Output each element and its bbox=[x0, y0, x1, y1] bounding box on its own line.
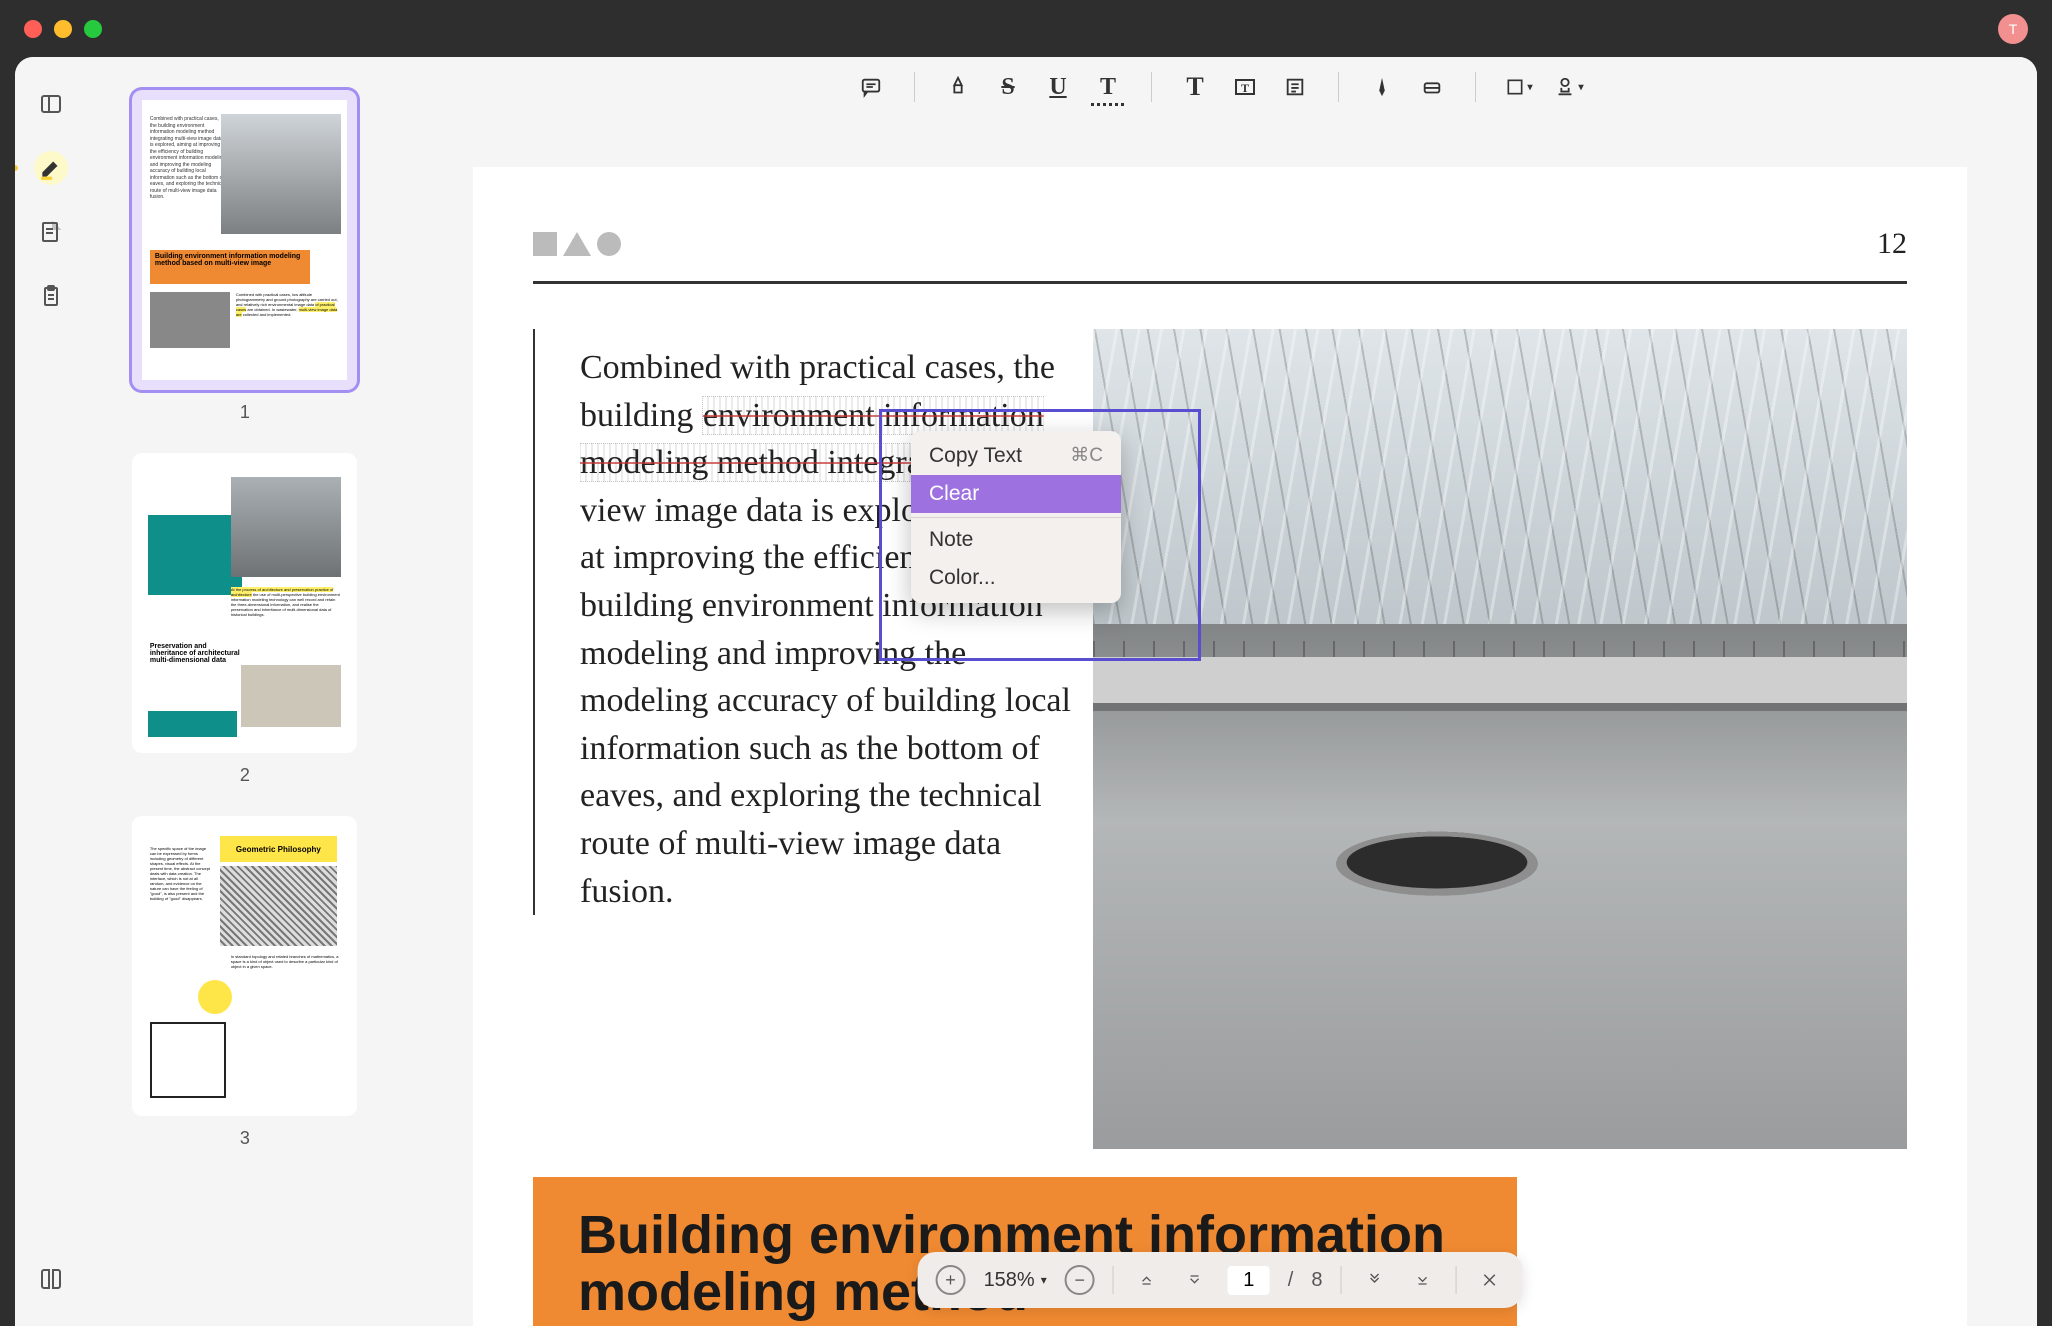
page-content: Combined with practical cases, the build… bbox=[533, 329, 1907, 1149]
notes-icon[interactable] bbox=[34, 215, 68, 249]
context-menu-color[interactable]: Color... bbox=[911, 559, 1121, 597]
toolbar-separator bbox=[1151, 72, 1152, 102]
thumbnail-page-2[interactable]: At the process of architecture and prese… bbox=[132, 453, 358, 786]
window-controls bbox=[24, 20, 102, 38]
close-window-button[interactable] bbox=[24, 20, 42, 38]
article-paragraph: Combined with practical cases, the build… bbox=[533, 329, 1093, 915]
thumbnail-panel: Combined with practical cases, the build… bbox=[87, 57, 403, 1326]
thumbnail-number: 1 bbox=[132, 402, 358, 423]
thumbnail-number: 2 bbox=[132, 765, 358, 786]
square-icon bbox=[533, 232, 557, 256]
toolbar-separator bbox=[1475, 72, 1476, 102]
page-header: 12 bbox=[533, 227, 1907, 261]
pager-separator bbox=[1113, 1266, 1114, 1294]
page-total: 8 bbox=[1311, 1269, 1322, 1292]
reader-view-icon[interactable] bbox=[34, 1262, 68, 1296]
header-logo-shapes bbox=[533, 232, 621, 256]
header-rule bbox=[533, 281, 1907, 284]
hero-image bbox=[1093, 329, 1907, 1149]
shape-tool-icon[interactable]: ▾ bbox=[1502, 70, 1536, 104]
zoom-level-dropdown[interactable]: 158%▾ bbox=[984, 1269, 1047, 1292]
text-tool-icon[interactable]: T bbox=[1178, 70, 1212, 104]
svg-text:T: T bbox=[1241, 81, 1249, 95]
page-sep: / bbox=[1288, 1269, 1294, 1292]
titlebar: T bbox=[0, 0, 2052, 57]
fullscreen-window-button[interactable] bbox=[84, 20, 102, 38]
user-avatar[interactable]: T bbox=[1998, 14, 2028, 44]
context-menu-copy[interactable]: Copy Text⌘C bbox=[911, 437, 1121, 475]
pen-tool-icon[interactable] bbox=[1365, 70, 1399, 104]
prev-page-button[interactable] bbox=[1132, 1265, 1162, 1295]
annotation-toolbar: S U T T T ▾ ▾ bbox=[403, 57, 2037, 117]
context-menu-note[interactable]: Note bbox=[911, 517, 1121, 559]
page-number-input[interactable] bbox=[1228, 1266, 1270, 1295]
page-viewport[interactable]: 12 Combined with practical cases, the bu… bbox=[403, 117, 2037, 1326]
left-sidebar bbox=[15, 57, 87, 1326]
note-tool-icon[interactable] bbox=[1278, 70, 1312, 104]
zoom-in-button[interactable]: + bbox=[936, 1265, 966, 1295]
thumbnail-page-3[interactable]: The specific space of the image can be e… bbox=[132, 816, 358, 1149]
page-number: 12 bbox=[1877, 227, 1907, 261]
close-pager-button[interactable] bbox=[1474, 1265, 1504, 1295]
textbox-tool-icon[interactable]: T bbox=[1228, 70, 1262, 104]
thumbnail-number: 3 bbox=[132, 1128, 358, 1149]
main-area: S U T T T ▾ ▾ 12 bbox=[403, 57, 2037, 1326]
context-menu-clear[interactable]: Clear bbox=[911, 475, 1121, 513]
document-page: 12 Combined with practical cases, the bu… bbox=[473, 167, 1967, 1326]
toolbar-separator bbox=[1338, 72, 1339, 102]
page-controls-bar: + 158%▾ − / 8 bbox=[918, 1252, 1523, 1308]
stamp-tool-icon[interactable]: ▾ bbox=[1552, 70, 1586, 104]
pager-separator bbox=[1455, 1266, 1456, 1294]
toolbar-separator bbox=[914, 72, 915, 102]
thumbnail-page-1[interactable]: Combined with practical cases, the build… bbox=[132, 90, 358, 423]
last-page-button[interactable] bbox=[1407, 1265, 1437, 1295]
eraser-tool-icon[interactable] bbox=[1415, 70, 1449, 104]
underline-tool-icon[interactable]: U bbox=[1041, 70, 1075, 104]
zoom-out-button[interactable]: − bbox=[1065, 1265, 1095, 1295]
squiggly-tool-icon[interactable]: T bbox=[1091, 70, 1125, 104]
circle-icon bbox=[597, 232, 621, 256]
strikethrough-tool-icon[interactable]: S bbox=[991, 70, 1025, 104]
minimize-window-button[interactable] bbox=[54, 20, 72, 38]
triangle-icon bbox=[563, 232, 591, 256]
next-page-button[interactable] bbox=[1180, 1265, 1210, 1295]
highlighter-tool-icon[interactable] bbox=[34, 151, 68, 185]
clipboard-icon[interactable] bbox=[34, 279, 68, 313]
pager-separator bbox=[1340, 1266, 1341, 1294]
comment-tool-icon[interactable] bbox=[854, 70, 888, 104]
context-menu: Copy Text⌘C Clear Note Color... bbox=[911, 431, 1121, 603]
panels-icon[interactable] bbox=[34, 87, 68, 121]
first-page-button[interactable] bbox=[1359, 1265, 1389, 1295]
highlight-tool-icon[interactable] bbox=[941, 70, 975, 104]
app-window: Combined with practical cases, the build… bbox=[15, 57, 2037, 1326]
